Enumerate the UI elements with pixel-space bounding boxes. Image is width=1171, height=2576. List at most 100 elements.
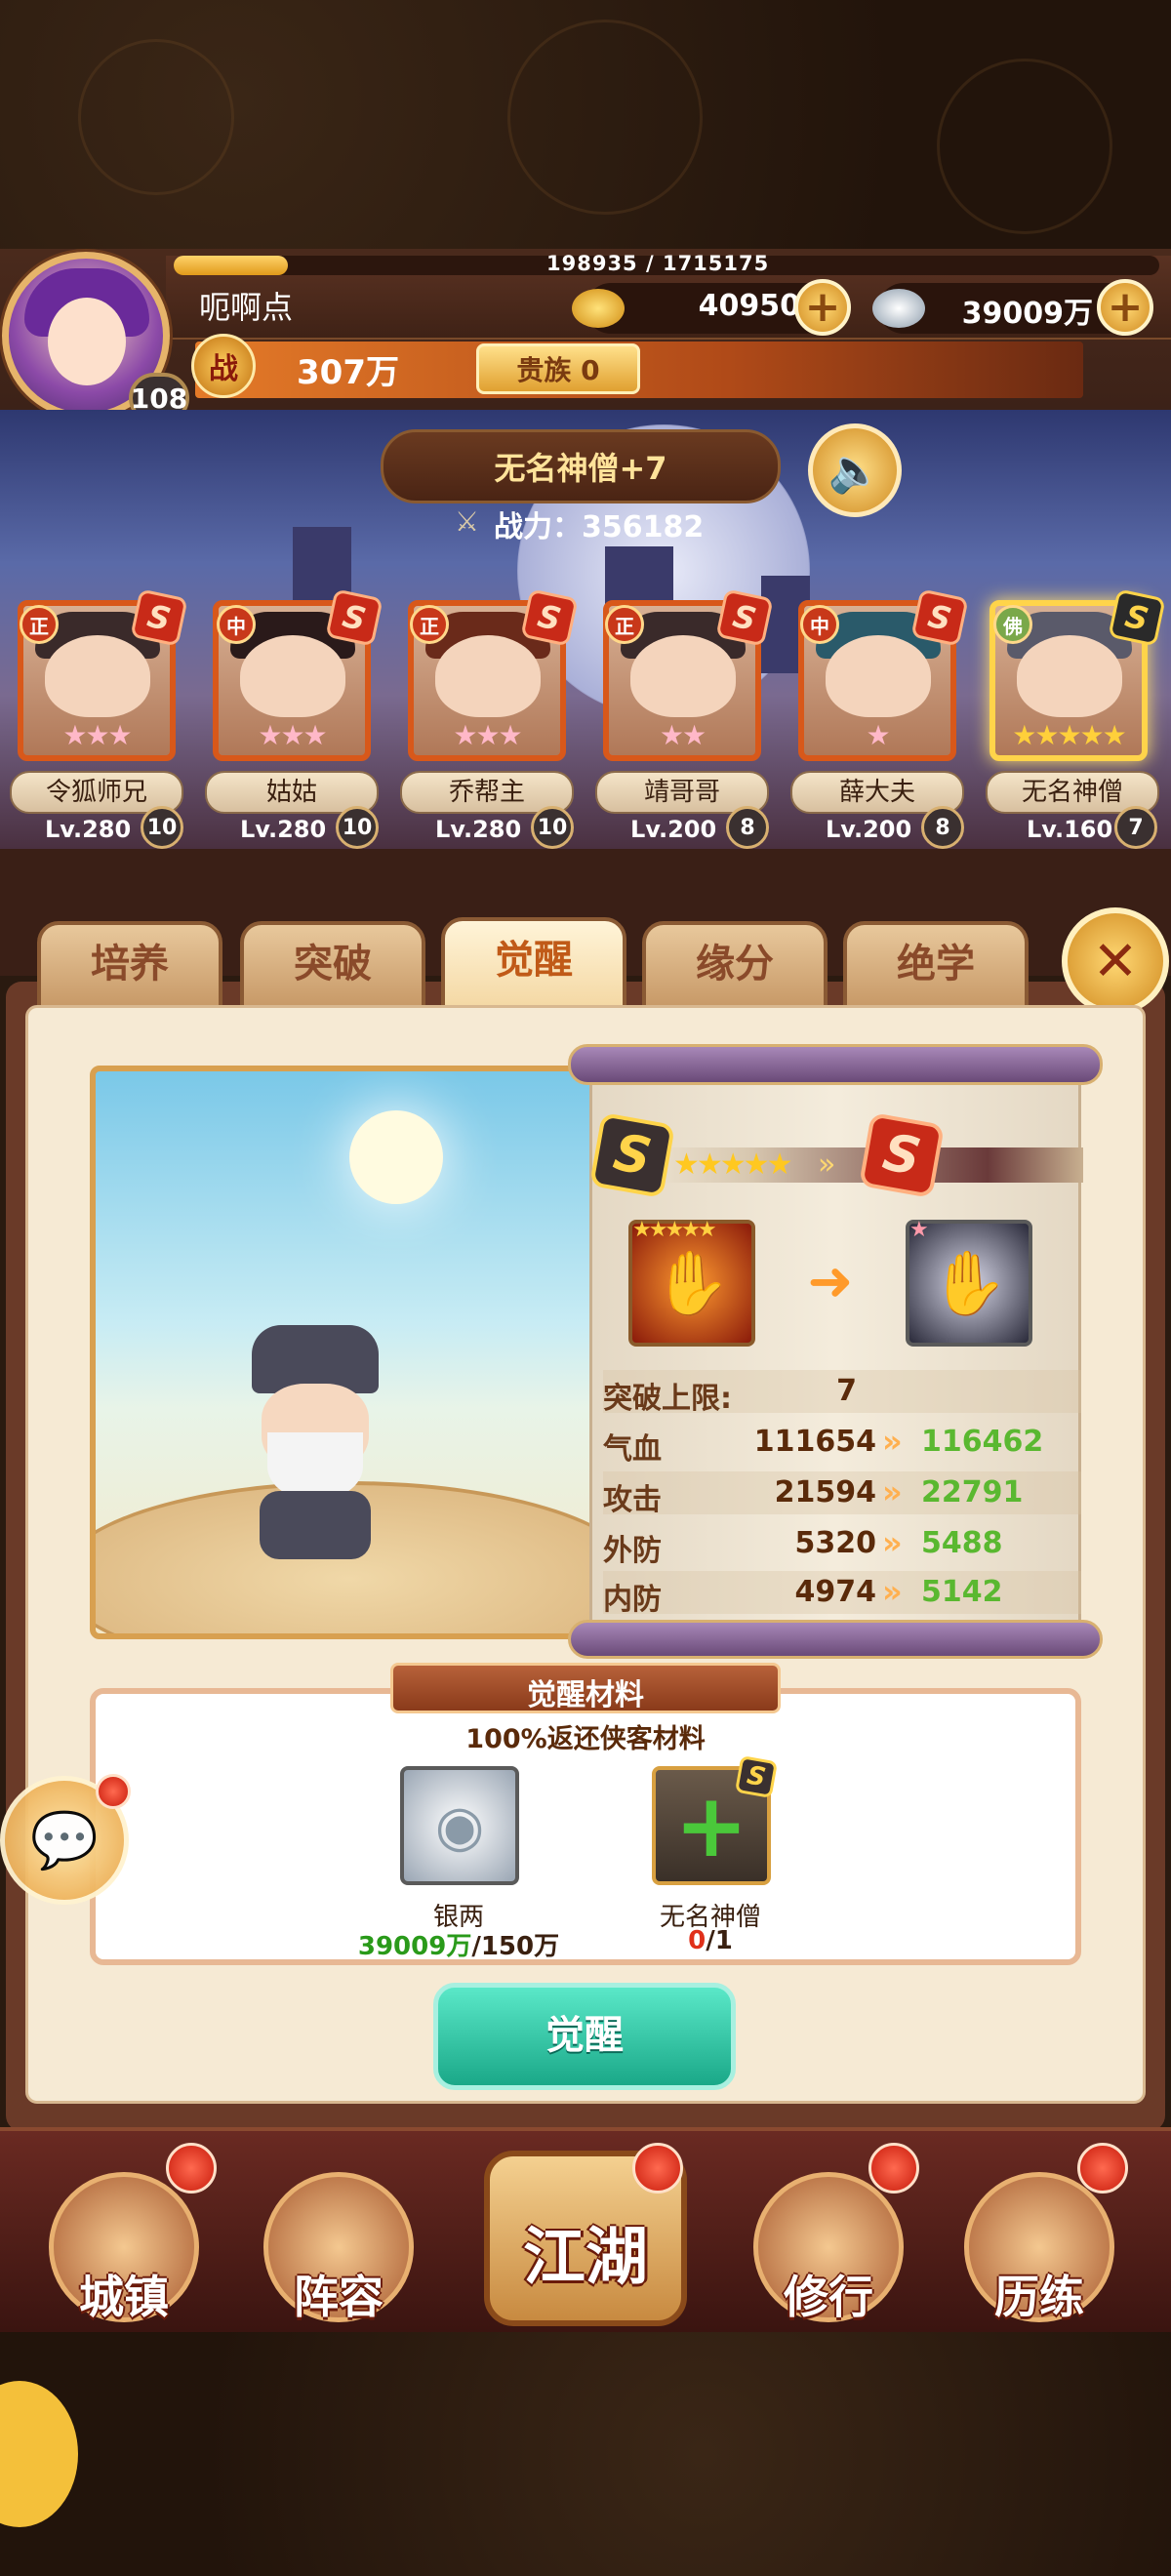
notification-dot bbox=[868, 2143, 919, 2194]
stat-label: 外防 bbox=[603, 1534, 662, 1568]
selected-hero-power: 战力：356182 bbox=[494, 510, 705, 544]
nav-town-label: 城镇 bbox=[79, 2271, 169, 2323]
battle-power-icon: 战 bbox=[191, 334, 256, 398]
silver-ingot-icon[interactable]: ◉ bbox=[400, 1766, 519, 1885]
crossed-swords-icon: ⚔ bbox=[455, 505, 480, 538]
hero-stars: ★★★ bbox=[258, 719, 327, 751]
nav-cultivation-label: 修行 bbox=[784, 2271, 873, 2323]
stat-row: 突破上限: 7 bbox=[603, 1370, 1081, 1416]
stat-current: 7 bbox=[836, 1374, 857, 1408]
monk-figure bbox=[232, 1325, 408, 1559]
stat-label: 气血 bbox=[603, 1432, 662, 1467]
chevron-right-icon: » bbox=[882, 1573, 903, 1610]
stat-row: 内防 4974 » 5142 bbox=[603, 1571, 1081, 1617]
stat-current: 5320 bbox=[794, 1526, 877, 1560]
gold-amount: 40950 bbox=[698, 289, 800, 323]
exp-bar-fill bbox=[174, 256, 289, 275]
hero-stars: ★ bbox=[866, 719, 890, 751]
stat-row: 攻击 21594 » 22791 bbox=[603, 1471, 1081, 1517]
speaker-icon[interactable]: 🔈 bbox=[808, 423, 902, 517]
materials-title: 觉醒材料 bbox=[527, 1678, 644, 1712]
chevron-right-icon: » bbox=[818, 1147, 836, 1182]
grade-s-next-icon: S bbox=[858, 1111, 946, 1199]
exp-text: 198935 / 1715175 bbox=[546, 252, 770, 275]
close-icon[interactable]: ✕ bbox=[1062, 907, 1169, 1015]
stat-current: 111654 bbox=[753, 1425, 876, 1459]
hero-level: Lv.280 bbox=[435, 816, 522, 843]
player-power: 307万 bbox=[297, 353, 399, 392]
material-have: 39009万 bbox=[357, 1932, 472, 1961]
stat-label: 攻击 bbox=[603, 1483, 662, 1517]
hero-level: Lv.280 bbox=[240, 816, 327, 843]
hero-stars: ★★★ bbox=[453, 719, 522, 751]
scroll-rod-bottom bbox=[568, 1620, 1103, 1659]
stat-current: 21594 bbox=[774, 1475, 876, 1509]
faction-badge: 正 bbox=[20, 605, 59, 644]
tab-awaken[interactable]: 觉醒 bbox=[441, 917, 626, 1011]
faction-badge: 佛 bbox=[993, 605, 1032, 644]
hero-breakthrough-badge: 10 bbox=[531, 806, 574, 849]
silver-ingot-icon bbox=[872, 289, 925, 328]
add-silver-button[interactable]: + bbox=[1097, 279, 1153, 336]
hero-breakthrough-badge: 10 bbox=[336, 806, 379, 849]
stat-next: 116462 bbox=[921, 1425, 1044, 1459]
stat-next: 22791 bbox=[921, 1475, 1024, 1509]
hero-portrait bbox=[90, 1066, 597, 1639]
selected-hero-title: 无名神僧+7 bbox=[494, 450, 667, 487]
faction-badge: 中 bbox=[800, 605, 839, 644]
hero-breakthrough-badge: 8 bbox=[921, 806, 964, 849]
stat-current: 4974 bbox=[794, 1575, 877, 1609]
tab-breakthrough[interactable]: 突破 bbox=[240, 921, 425, 1009]
material-count: 0/1 bbox=[603, 1926, 818, 1955]
hero-level: Lv.160 bbox=[1027, 816, 1113, 843]
notification-dot bbox=[632, 2143, 683, 2194]
grade-s-badge: S bbox=[734, 1754, 779, 1799]
top-background bbox=[0, 0, 1171, 249]
hero-stars: ★★★★★ bbox=[1012, 719, 1127, 751]
grade-stars: ★★★★★ bbox=[673, 1147, 792, 1182]
silver-amount: 39009万 bbox=[961, 297, 1093, 331]
stat-next: 5488 bbox=[921, 1526, 1003, 1560]
tab-skill[interactable]: 绝学 bbox=[843, 921, 1029, 1009]
chevron-right-icon: » bbox=[882, 1423, 903, 1460]
faction-badge: 正 bbox=[605, 605, 644, 644]
arrow-right-icon: ➜ bbox=[807, 1250, 854, 1313]
hero-stars: ★★ bbox=[659, 719, 707, 751]
grade-s-badge: S bbox=[520, 588, 579, 647]
faction-badge: 正 bbox=[410, 605, 449, 644]
stat-label: 突破上限: bbox=[603, 1382, 732, 1416]
grade-s-badge: S bbox=[130, 588, 188, 647]
stat-label: 内防 bbox=[603, 1583, 662, 1617]
chevron-right-icon: » bbox=[882, 1473, 903, 1510]
notification-dot bbox=[96, 1774, 131, 1809]
item-star-next: ★ bbox=[909, 1218, 929, 1242]
gold-ingot-icon bbox=[572, 289, 625, 328]
hero-level: Lv.280 bbox=[45, 816, 132, 843]
tab-train[interactable]: 培养 bbox=[37, 921, 222, 1009]
grade-s-badge: S bbox=[325, 588, 384, 647]
faction-badge: 中 bbox=[217, 605, 256, 644]
stat-next: 5142 bbox=[921, 1575, 1003, 1609]
hero-breakthrough-badge: 10 bbox=[141, 806, 183, 849]
hero-level: Lv.200 bbox=[630, 816, 717, 843]
grade-s-badge: S bbox=[1108, 588, 1166, 647]
hero-level: Lv.200 bbox=[826, 816, 912, 843]
grade-s-badge: S bbox=[715, 588, 774, 647]
awaken-button[interactable]: 觉醒 bbox=[433, 1983, 736, 2090]
material-need: /150万 bbox=[471, 1932, 560, 1961]
grade-s-badge: S bbox=[910, 588, 969, 647]
add-gold-button[interactable]: + bbox=[794, 279, 851, 336]
chevron-right-icon: » bbox=[882, 1524, 903, 1561]
item-stars: ★★★★★ bbox=[632, 1218, 717, 1242]
noble-badge[interactable]: 贵族 0 bbox=[476, 343, 640, 394]
bottom-background bbox=[0, 2332, 1171, 2576]
scroll-rod-top bbox=[568, 1044, 1103, 1085]
tab-bond[interactable]: 缘分 bbox=[642, 921, 828, 1009]
hero-breakthrough-badge: 8 bbox=[726, 806, 769, 849]
notification-dot bbox=[1077, 2143, 1128, 2194]
materials-subtitle: 100%返还侠客材料 bbox=[465, 1724, 706, 1754]
grade-s-icon: S bbox=[588, 1111, 676, 1199]
player-name: 呃啊点 bbox=[199, 289, 294, 326]
hero-breakthrough-badge: 7 bbox=[1114, 806, 1157, 849]
stat-row: 气血 111654 » 116462 bbox=[603, 1421, 1081, 1467]
